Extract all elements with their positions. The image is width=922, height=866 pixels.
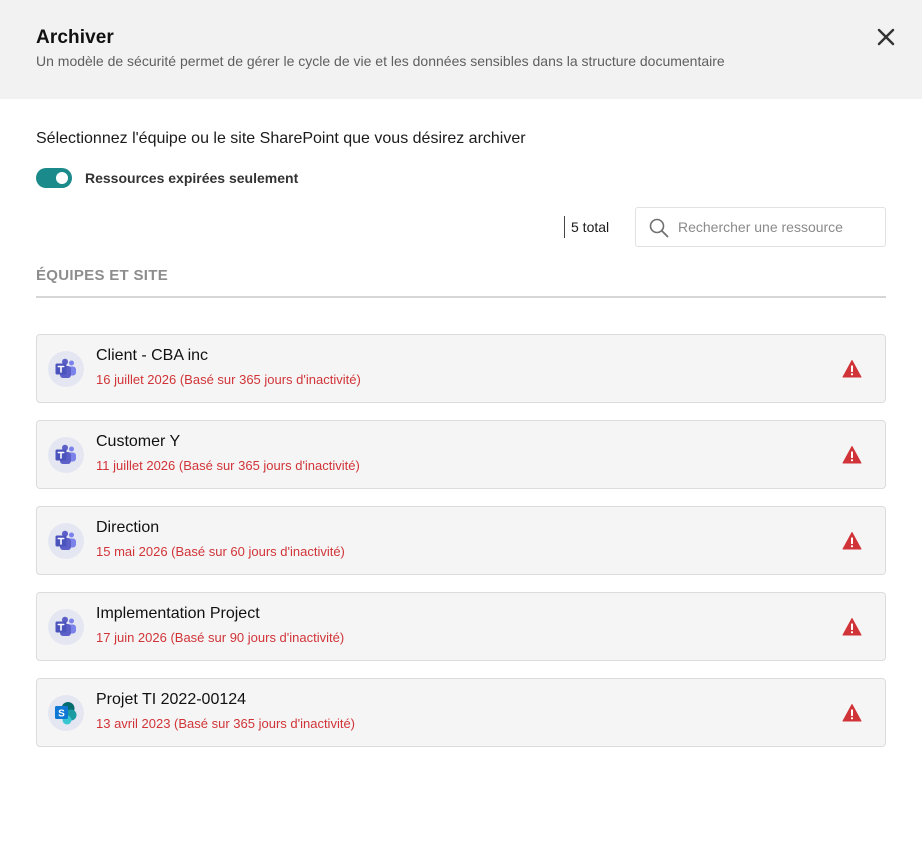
search-box[interactable]	[635, 207, 886, 247]
item-expiry-date: 15 mai 2026 (Basé sur 60 jours d'inactiv…	[96, 544, 345, 559]
teams-avatar	[48, 437, 84, 473]
warning-icon	[842, 532, 862, 550]
warning-icon	[842, 618, 862, 636]
total-separator	[564, 216, 565, 238]
close-button[interactable]	[873, 24, 899, 50]
expired-only-toggle-row: Ressources expirées seulement	[36, 167, 298, 189]
resource-list: Client - CBA inc 16 juillet 2026 (Basé s…	[36, 334, 886, 764]
search-input[interactable]	[678, 208, 878, 246]
teams-avatar	[48, 523, 84, 559]
item-title: Direction	[96, 519, 160, 536]
item-expiry-date: 11 juillet 2026 (Basé sur 365 jours d'in…	[96, 458, 360, 473]
list-item[interactable]: Client - CBA inc 16 juillet 2026 (Basé s…	[36, 334, 886, 403]
toggle-knob	[56, 172, 68, 184]
dialog-subtitle: Un modèle de sécurité permet de gérer le…	[36, 53, 725, 69]
list-item[interactable]: Direction 15 mai 2026 (Basé sur 60 jours…	[36, 506, 886, 575]
teams-avatar	[48, 609, 84, 645]
warning-icon	[842, 360, 862, 378]
search-icon	[649, 218, 669, 238]
item-expiry-date: 16 juillet 2026 (Basé sur 365 jours d'in…	[96, 372, 361, 387]
list-item[interactable]: Customer Y 11 juillet 2026 (Basé sur 365…	[36, 420, 886, 489]
item-title: Implementation Project	[96, 605, 260, 622]
section-divider	[36, 296, 886, 298]
sharepoint-icon: S	[55, 702, 77, 725]
total-count: 5 total	[571, 219, 610, 235]
teams-icon	[55, 358, 76, 378]
teams-icon	[55, 616, 76, 636]
expired-only-toggle-label: Ressources expirées seulement	[85, 170, 299, 186]
teams-avatar	[48, 351, 84, 387]
sharepoint-avatar: S	[48, 695, 84, 731]
expired-only-toggle[interactable]	[36, 168, 72, 188]
warning-icon	[842, 704, 862, 722]
item-title: Client - CBA inc	[96, 347, 209, 364]
item-title: Customer Y	[96, 433, 181, 450]
warning-icon	[842, 446, 862, 464]
item-expiry-date: 13 avril 2023 (Basé sur 365 jours d'inac…	[96, 716, 356, 731]
dialog-header: Archiver Un modèle de sécurité permet de…	[0, 0, 922, 99]
list-item[interactable]: Implementation Project 17 juin 2026 (Bas…	[36, 592, 886, 661]
section-header: ÉQUIPES ET SITE	[36, 267, 169, 284]
instruction-text: Sélectionnez l'équipe ou le site SharePo…	[36, 130, 526, 147]
close-icon	[877, 28, 895, 46]
teams-icon	[55, 530, 76, 550]
item-expiry-date: 17 juin 2026 (Basé sur 90 jours d'inacti…	[96, 630, 345, 645]
dialog-title: Archiver	[36, 27, 114, 48]
svg-text:S: S	[58, 709, 65, 720]
list-item[interactable]: S Projet TI 2022-00124 13 avril 2023 (Ba…	[36, 678, 886, 747]
item-title: Projet TI 2022-00124	[96, 691, 247, 708]
teams-icon	[55, 444, 76, 464]
